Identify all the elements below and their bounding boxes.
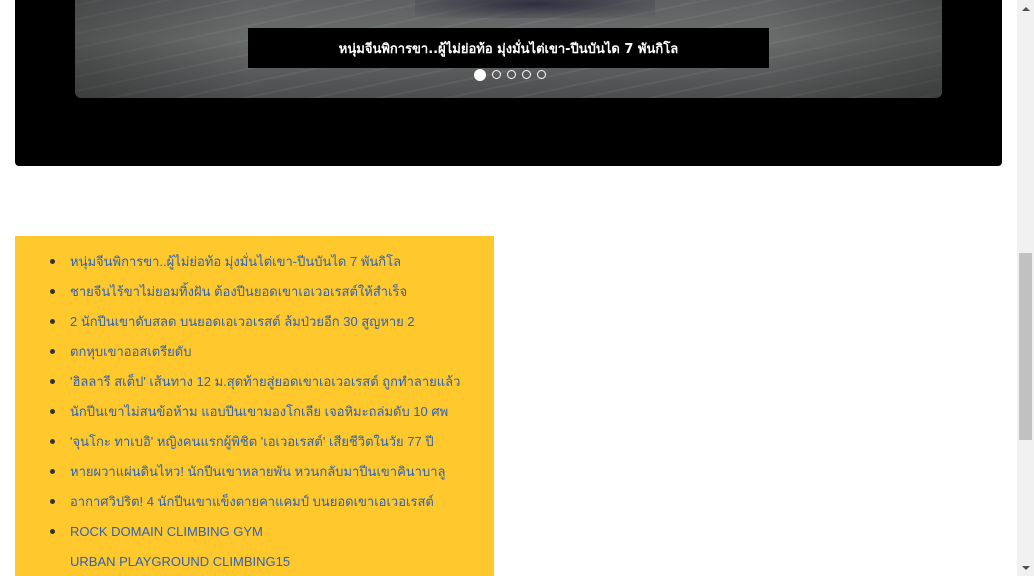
scroll-up-arrow-icon[interactable] (1017, 0, 1034, 17)
slider-dot-1[interactable] (473, 68, 486, 81)
bullet-icon (50, 379, 55, 384)
bullet-icon (50, 529, 55, 534)
related-link[interactable]: URBAN PLAYGROUND CLIMBING15 (70, 554, 290, 569)
list-item: นักปีนเขาไม่สนข้อห้าม แอบปีนเขามองโกเลีย… (15, 396, 494, 426)
bullet-icon (50, 499, 55, 504)
related-link[interactable]: หนุ่มจีนพิการขา..ผู้ไม่ย่อท้อ มุ่งมั่นไต… (70, 254, 401, 269)
bullet-icon (50, 439, 55, 444)
slider-dot-2[interactable] (491, 70, 501, 79)
related-link[interactable]: นักปีนเขาไม่สนข้อห้าม แอบปีนเขามองโกเลีย… (70, 404, 448, 419)
slider-dot-5[interactable] (536, 70, 546, 79)
list-item: ROCK DOMAIN CLIMBING GYM (15, 516, 494, 546)
related-link[interactable]: 'จุนโกะ ทาเบอิ' หญิงคนแรกผู้พิชิต 'เอเวอ… (70, 434, 434, 449)
list-item: ตกหุบเขาออสเตรียดับ (15, 336, 494, 366)
slide-caption[interactable]: หนุ่มจีนพิการขา..ผู้ไม่ย่อท้อ มุ่งมั่นไต… (248, 28, 769, 68)
list-item: หนุ่มจีนพิการขา..ผู้ไม่ย่อท้อ มุ่งมั่นไต… (15, 246, 494, 276)
vertical-scrollbar[interactable] (1017, 0, 1034, 576)
related-link[interactable]: 'ฮิลลารี สเต็ป' เส้นทาง 12 ม.สุดท้ายสู่ย… (70, 374, 460, 389)
scroll-down-arrow-icon[interactable] (1017, 559, 1034, 576)
related-link[interactable]: ROCK DOMAIN CLIMBING GYM (70, 524, 263, 539)
bullet-icon (50, 259, 55, 264)
list-item: ชายจีนไร้ขาไม่ยอมทิ้งฝัน ต้องปีนยอดเขาเอ… (15, 276, 494, 306)
list-item: 'ฮิลลารี สเต็ป' เส้นทาง 12 ม.สุดท้ายสู่ย… (15, 366, 494, 396)
related-links-box: หนุ่มจีนพิการขา..ผู้ไม่ย่อท้อ มุ่งมั่นไต… (15, 236, 494, 576)
scrollbar-thumb[interactable] (1019, 253, 1032, 440)
bullet-icon (50, 349, 55, 354)
list-item: หายผวาแผ่นดินไหว! นักปีนเขาหลายพัน หวนกล… (15, 456, 494, 486)
list-item: 2 นักปีนเขาดับสลด บนยอดเอเวอเรสต์ ล้มป่ว… (15, 306, 494, 336)
related-link[interactable]: 2 นักปีนเขาดับสลด บนยอดเอเวอเรสต์ ล้มป่ว… (70, 314, 415, 329)
related-link[interactable]: หายผวาแผ่นดินไหว! นักปีนเขาหลายพัน หวนกล… (70, 464, 445, 479)
bullet-icon (50, 289, 55, 294)
slider-pagination (75, 68, 942, 81)
related-links-list: หนุ่มจีนพิการขา..ผู้ไม่ย่อท้อ มุ่งมั่นไต… (15, 236, 494, 576)
list-item: อากาศวิปริต! 4 นักปีนเขาแข็งตายคาแคมป์ บ… (15, 486, 494, 516)
related-link[interactable]: ชายจีนไร้ขาไม่ยอมทิ้งฝัน ต้องปีนยอดเขาเอ… (70, 284, 407, 299)
related-link[interactable]: ตกหุบเขาออสเตรียดับ (70, 344, 192, 359)
slider-image[interactable]: หนุ่มจีนพิการขา..ผู้ไม่ย่อท้อ มุ่งมั่นไต… (75, 0, 942, 98)
page: หนุ่มจีนพิการขา..ผู้ไม่ย่อท้อ มุ่งมั่นไต… (0, 0, 1034, 576)
image-slider-section: หนุ่มจีนพิการขา..ผู้ไม่ย่อท้อ มุ่งมั่นไต… (15, 0, 1002, 166)
bullet-icon (50, 469, 55, 474)
bullet-icon (50, 409, 55, 414)
list-item: URBAN PLAYGROUND CLIMBING15 (15, 546, 494, 576)
slider-dot-4[interactable] (521, 70, 531, 79)
slider-dot-3[interactable] (506, 70, 516, 79)
list-item: 'จุนโกะ ทาเบอิ' หญิงคนแรกผู้พิชิต 'เอเวอ… (15, 426, 494, 456)
related-link[interactable]: อากาศวิปริต! 4 นักปีนเขาแข็งตายคาแคมป์ บ… (70, 494, 434, 509)
bullet-icon (50, 319, 55, 324)
